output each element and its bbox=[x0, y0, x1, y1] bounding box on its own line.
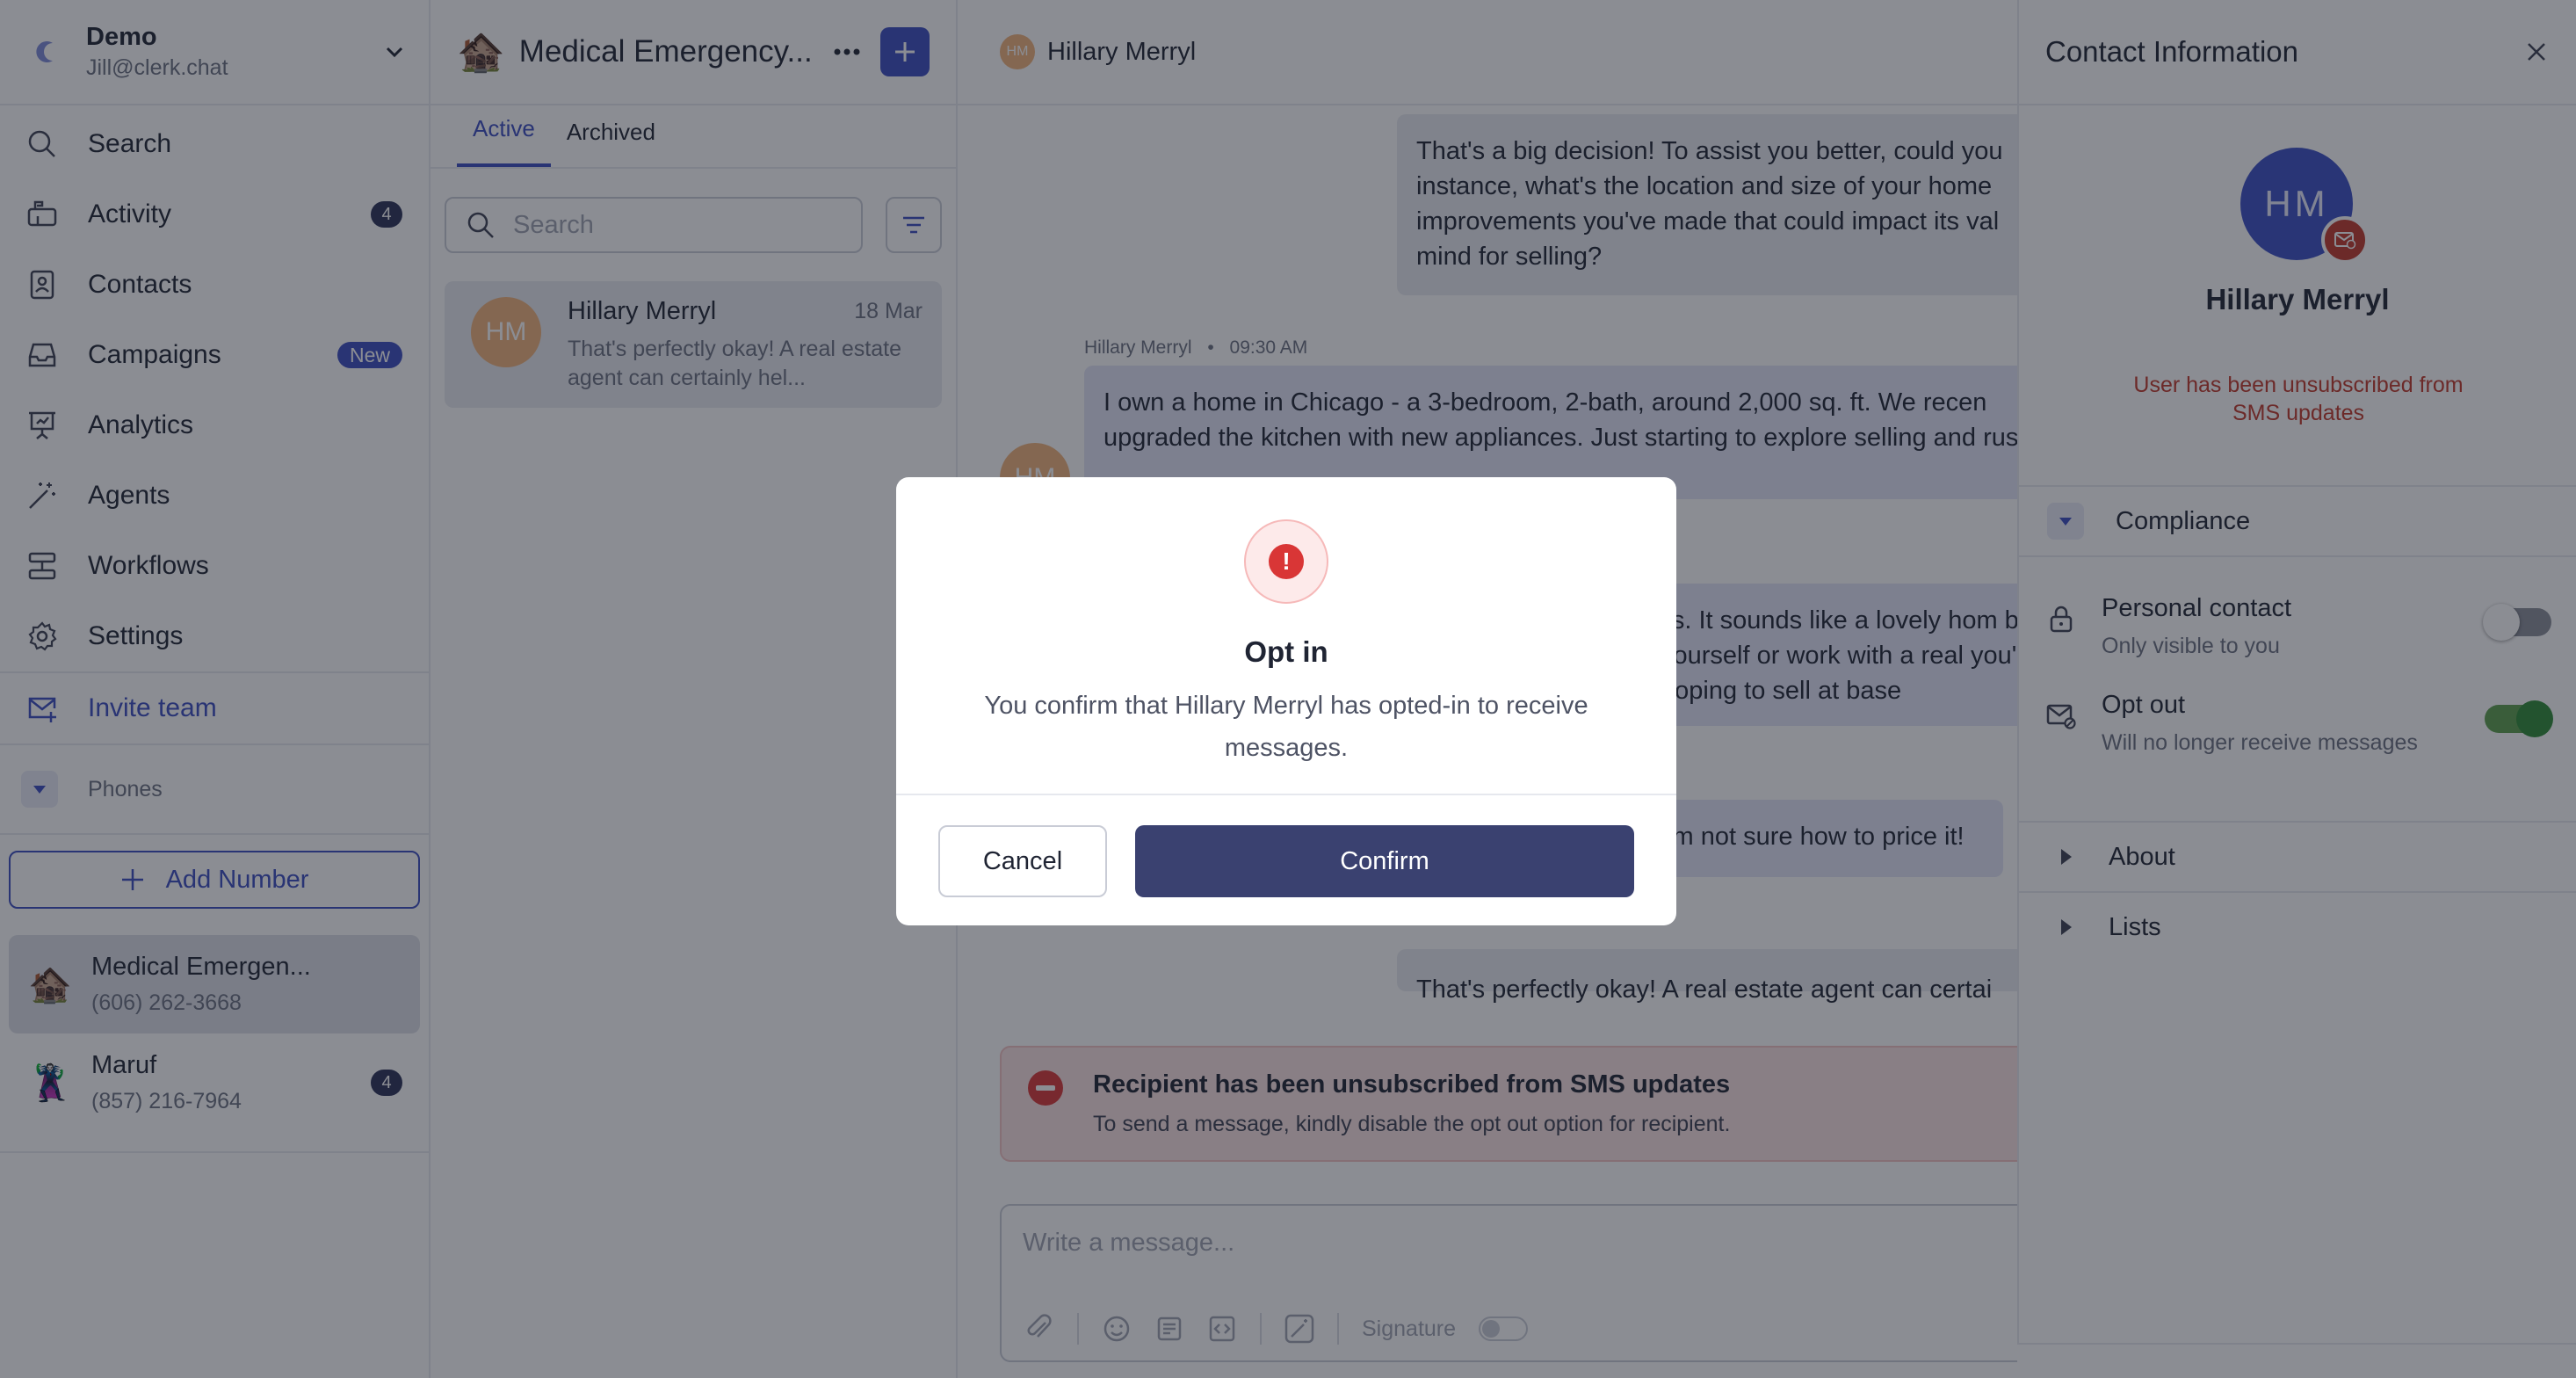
dialog-message: You confirm that Hillary Merryl has opte… bbox=[984, 692, 1588, 762]
alert-glyph: ! bbox=[1269, 544, 1304, 579]
opt-in-dialog: ! Opt in You confirm that Hillary Merryl… bbox=[896, 477, 1676, 925]
confirm-button[interactable]: Confirm bbox=[1135, 825, 1634, 897]
dialog-title: Opt in bbox=[1244, 635, 1328, 668]
cancel-button[interactable]: Cancel bbox=[938, 825, 1107, 897]
divider bbox=[896, 794, 1676, 795]
alert-icon: ! bbox=[1244, 519, 1328, 604]
